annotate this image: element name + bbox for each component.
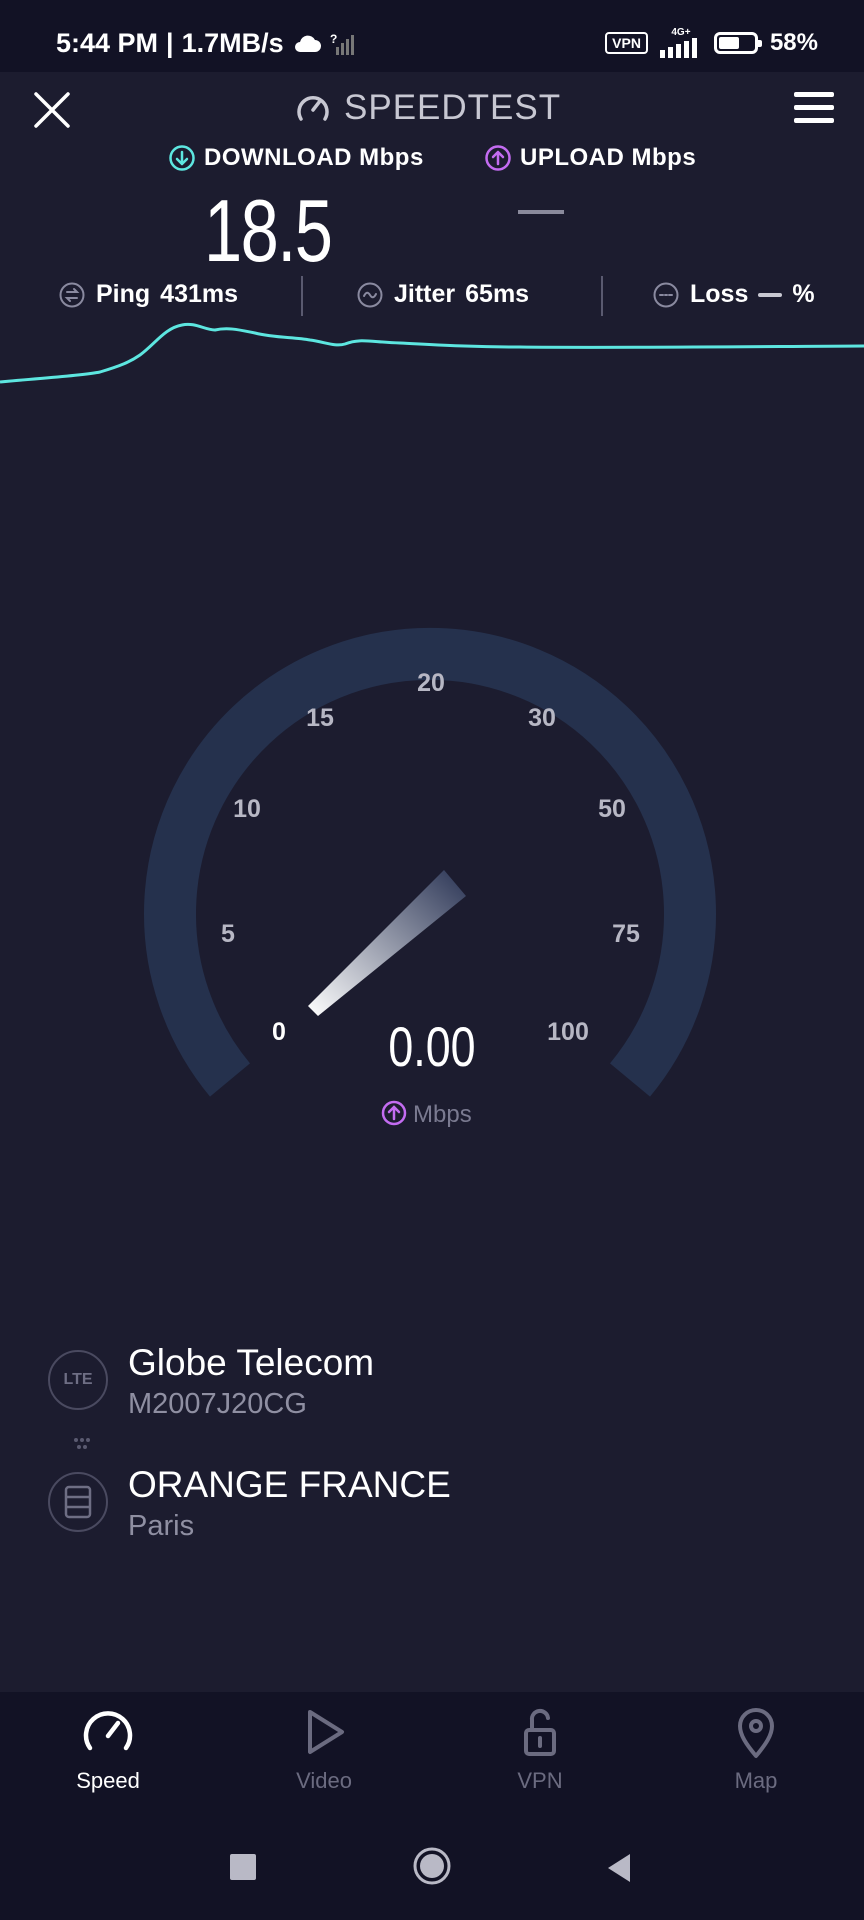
cell-signal-icon bbox=[659, 38, 697, 58]
home-icon bbox=[413, 1847, 451, 1885]
download-arrow-icon bbox=[169, 145, 195, 171]
app-title: SPEEDTEST bbox=[344, 88, 562, 127]
gauge-tick-10: 10 bbox=[233, 795, 261, 823]
nav-map[interactable]: Map bbox=[681, 1704, 831, 1794]
device-model: M2007J20CG bbox=[128, 1388, 307, 1420]
status-left: 5:44 PM | 1.7MB/s ? bbox=[56, 28, 356, 59]
battery-percent: 58% bbox=[769, 29, 818, 56]
gauge-tick-20: 20 bbox=[417, 669, 445, 697]
download-value: 18.5 bbox=[204, 181, 333, 280]
download-graph-line bbox=[0, 322, 864, 384]
nav-vpn[interactable]: VPN bbox=[465, 1704, 615, 1794]
gauge-tick-5: 5 bbox=[221, 920, 235, 948]
upload-label: UPLOAD Mbps bbox=[484, 144, 696, 172]
lte-icon: LTE bbox=[48, 1350, 108, 1410]
upload-arrow-icon bbox=[485, 145, 511, 171]
close-icon bbox=[34, 92, 70, 128]
battery-icon bbox=[713, 32, 762, 54]
nav-video-label: Video bbox=[296, 1768, 352, 1793]
gauge-needle bbox=[308, 870, 466, 1016]
network-type: 4G+ bbox=[671, 27, 691, 38]
nav-speed[interactable]: Speed bbox=[33, 1704, 183, 1794]
vpn-badge: VPN bbox=[605, 32, 648, 54]
gauge-value: 0.00 bbox=[388, 1015, 475, 1078]
back-button[interactable] bbox=[604, 1852, 634, 1884]
isp-info[interactable]: LTE Globe Telecom M2007J20CG bbox=[48, 1342, 374, 1421]
speed-gauge: 0 5 10 15 20 30 50 75 100 0.00 Mbps bbox=[144, 627, 716, 1128]
lock-icon bbox=[524, 1708, 556, 1756]
speedtest-logo: SPEEDTEST bbox=[294, 88, 561, 128]
gauge-tick-50: 50 bbox=[598, 795, 626, 823]
gauge-tick-15: 15 bbox=[306, 704, 334, 732]
gauge-tick-0: 0 bbox=[272, 1018, 286, 1046]
play-icon bbox=[308, 1710, 344, 1754]
recents-button[interactable] bbox=[230, 1854, 256, 1880]
gauge-unit: Mbps bbox=[413, 1101, 472, 1128]
upload-value-placeholder bbox=[518, 210, 564, 214]
upload-label-text: UPLOAD Mbps bbox=[520, 144, 697, 171]
close-button[interactable] bbox=[30, 88, 74, 132]
nav-video[interactable]: Video bbox=[249, 1704, 399, 1794]
status-right: VPN 4G+ 58% bbox=[605, 28, 818, 58]
back-icon bbox=[608, 1854, 630, 1882]
cloud-icon bbox=[294, 35, 321, 52]
map-pin-icon bbox=[738, 1708, 774, 1758]
isp-name: Globe Telecom bbox=[128, 1342, 375, 1383]
nav-vpn-label: VPN bbox=[517, 1768, 563, 1793]
menu-icon bbox=[794, 92, 834, 97]
gauge-logo-icon bbox=[297, 96, 329, 121]
svg-text:?: ? bbox=[330, 32, 337, 46]
menu-button[interactable] bbox=[794, 92, 838, 126]
download-label: DOWNLOAD Mbps bbox=[168, 144, 424, 172]
nav-speed-label: Speed bbox=[76, 1768, 140, 1793]
server-name: ORANGE FRANCE bbox=[128, 1464, 451, 1505]
status-time: 5:44 PM bbox=[56, 28, 159, 58]
server-city: Paris bbox=[128, 1510, 195, 1542]
signal-unknown-icon: ? bbox=[330, 32, 354, 55]
speed-graph bbox=[0, 322, 864, 384]
gauge-tick-30: 30 bbox=[528, 704, 556, 732]
server-icon bbox=[48, 1472, 108, 1532]
gauge-tick-100: 100 bbox=[547, 1018, 589, 1046]
connector-dots bbox=[74, 1438, 90, 1449]
speed-icon bbox=[83, 1711, 133, 1751]
status-speed: 1.7MB/s bbox=[181, 28, 284, 58]
gauge-tick-75: 75 bbox=[612, 920, 640, 948]
server-info[interactable]: ORANGE FRANCE Paris bbox=[48, 1464, 451, 1543]
home-button[interactable] bbox=[412, 1846, 452, 1886]
nav-map-label: Map bbox=[734, 1768, 778, 1793]
download-label-text: DOWNLOAD Mbps bbox=[204, 144, 424, 171]
loss-placeholder bbox=[758, 292, 783, 297]
